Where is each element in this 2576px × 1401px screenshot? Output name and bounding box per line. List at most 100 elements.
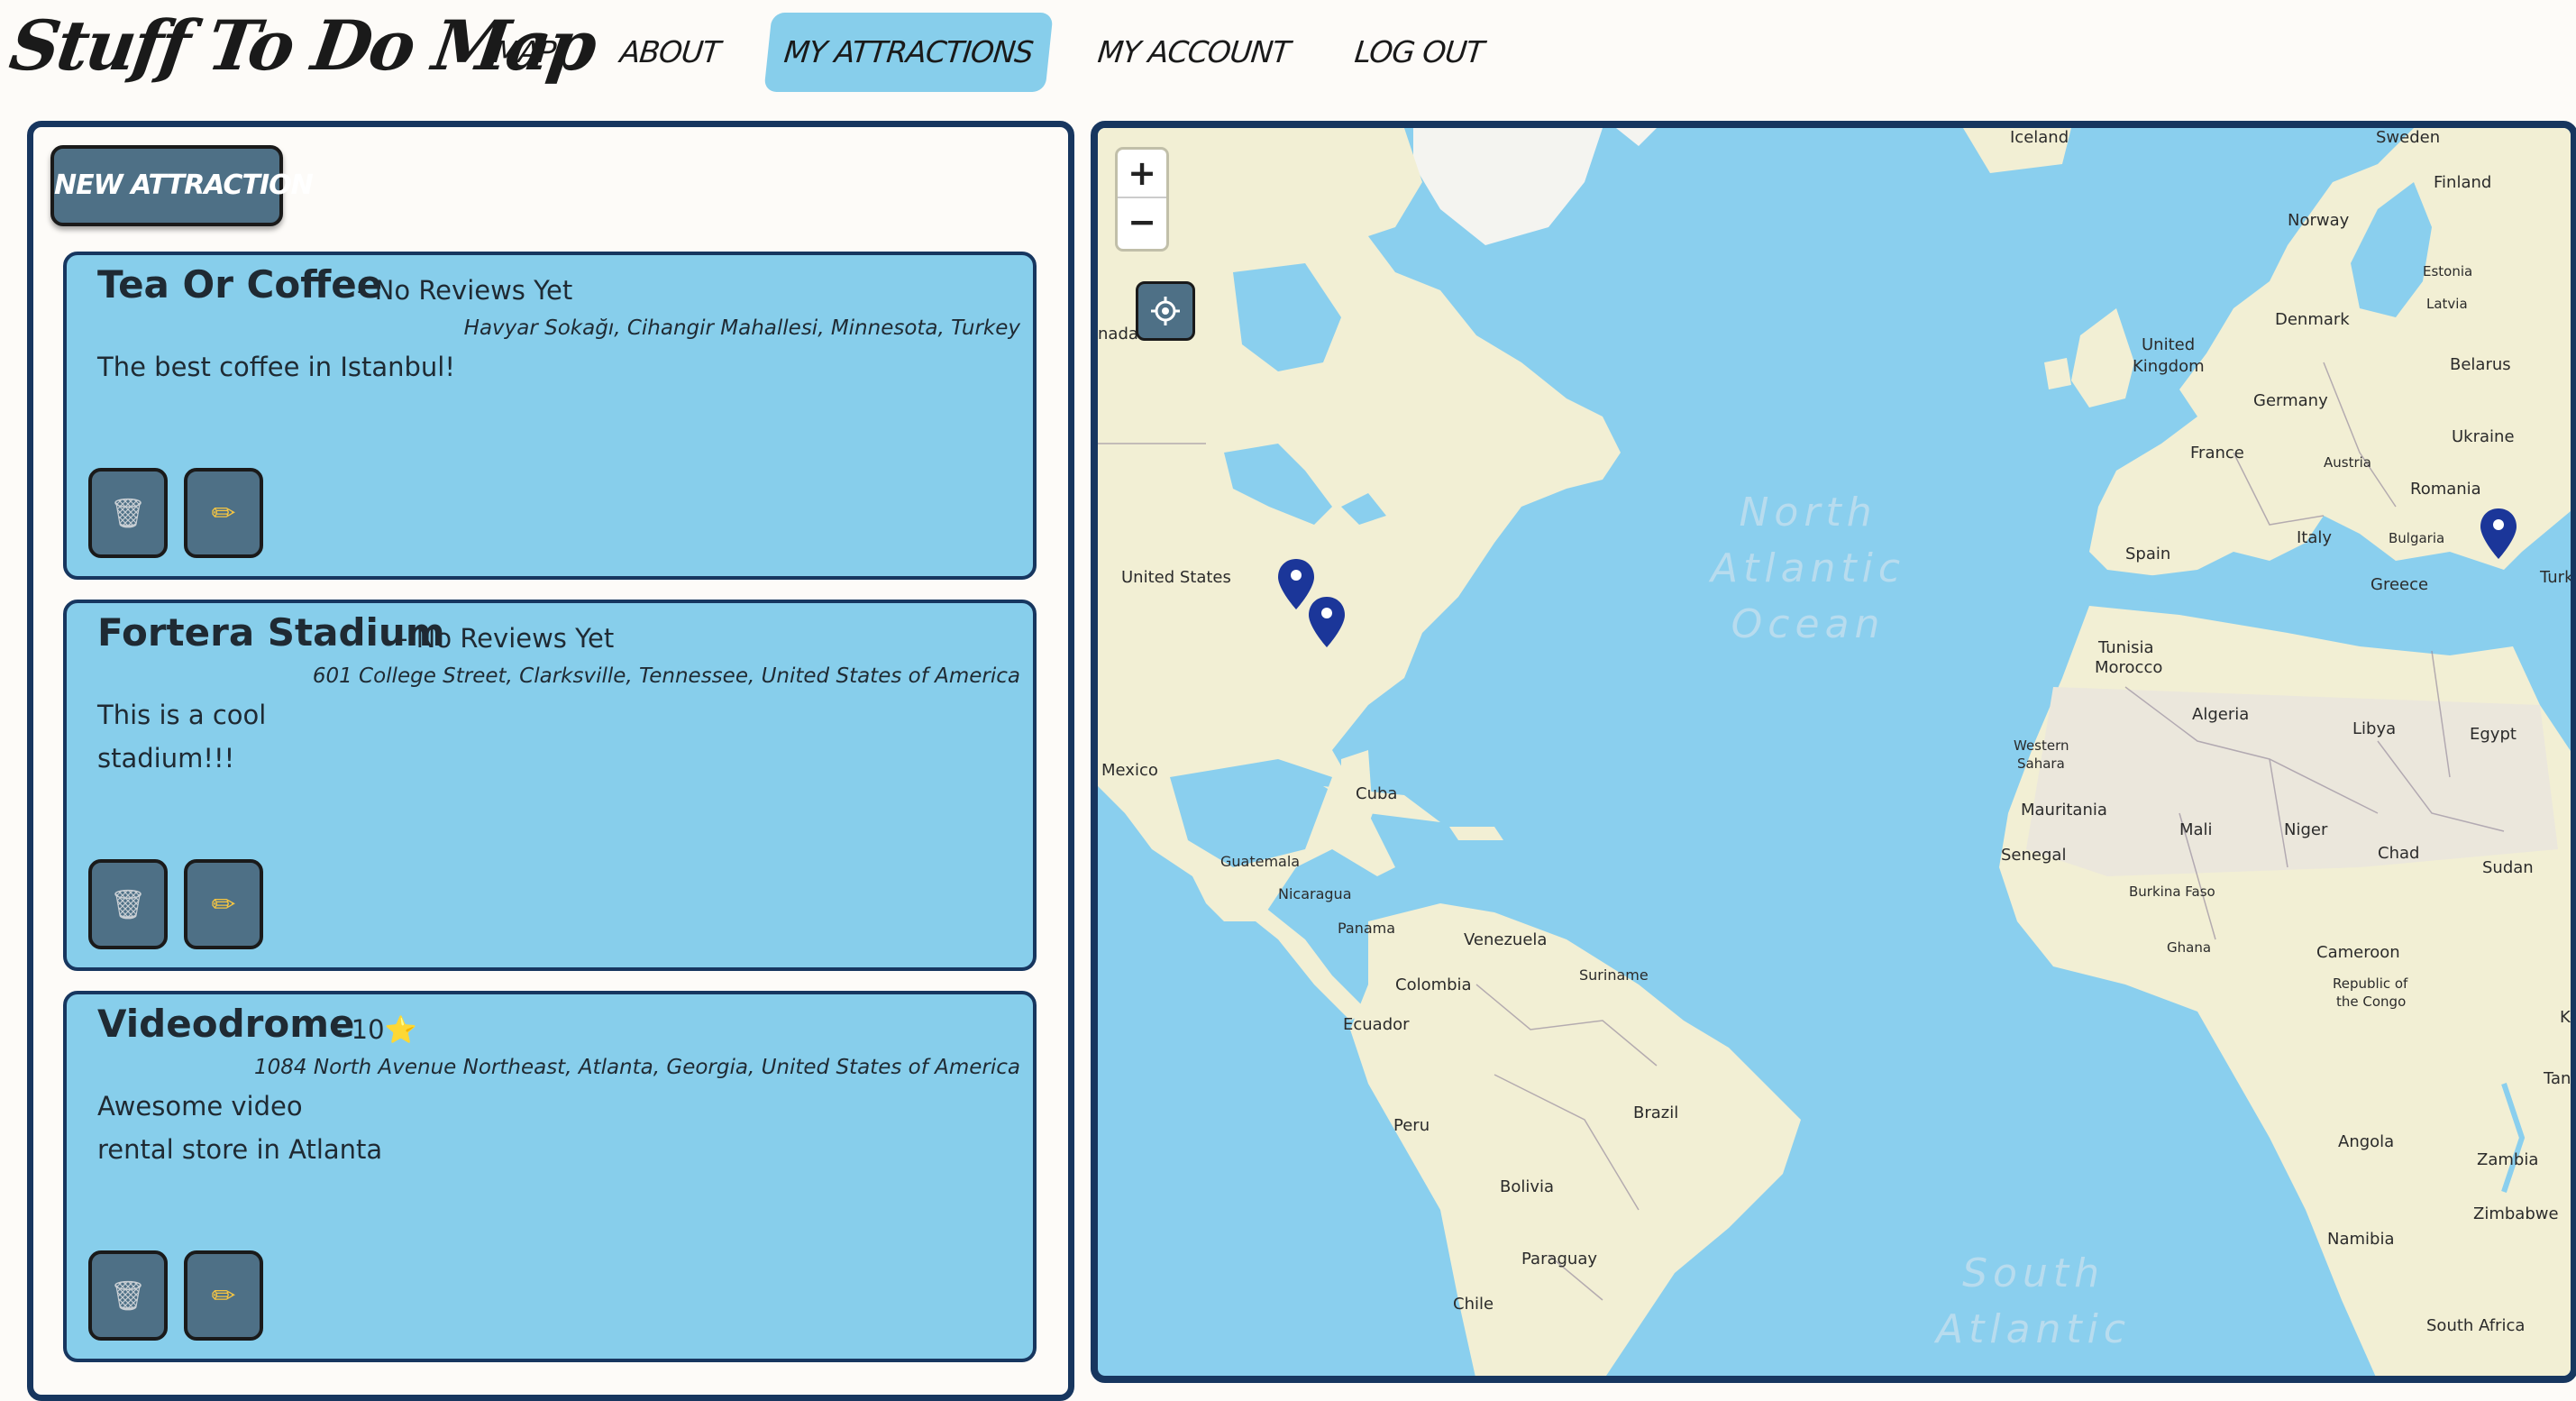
pencil-icon: ✏ — [211, 887, 236, 921]
delete-button[interactable]: 🗑 — [88, 859, 168, 949]
map-label: Finland — [2434, 173, 2492, 192]
attraction-description: The best coffee in Istanbul! — [97, 345, 455, 389]
map-label: Paraguay — [1521, 1250, 1598, 1268]
map-label: United States — [1121, 568, 1231, 587]
trash-icon: 🗑 — [109, 496, 147, 530]
map-label: Norway — [2288, 211, 2350, 230]
delete-button[interactable]: 🗑 — [88, 468, 168, 558]
map-label: Republic of — [2333, 975, 2408, 992]
map-label: South Africa — [2426, 1316, 2526, 1335]
map-label: Bolivia — [1500, 1177, 1555, 1196]
attraction-description: This is a cool stadium!!! — [97, 693, 266, 780]
nav-about[interactable]: ABOUT — [599, 13, 740, 92]
map-label: nada — [1098, 325, 1138, 343]
edit-button[interactable]: ✏ — [184, 859, 263, 949]
map-marker-icon[interactable] — [2479, 507, 2518, 561]
nav-log-out[interactable]: LOG OUT — [1334, 13, 1503, 92]
map-label: Nicaragua — [1278, 885, 1352, 902]
map-label: Mauritania — [2021, 801, 2107, 820]
map-label: Egypt — [2470, 725, 2517, 744]
map-label: Zambia — [2477, 1150, 2539, 1169]
map-label: Sweden — [2376, 128, 2441, 147]
trash-icon: 🗑 — [109, 887, 147, 921]
map-label: Kingdom — [2133, 357, 2205, 376]
attraction-card: Videodrome - 10⭐ 1084 North Avenue North… — [63, 991, 1037, 1362]
description-line: This is a cool — [97, 700, 267, 730]
map-label: Libya — [2352, 719, 2397, 738]
edit-button[interactable]: ✏ — [184, 1250, 263, 1341]
delete-button[interactable]: 🗑 — [88, 1250, 168, 1341]
attraction-address: Havyar Sokağı, Cihangir Mahallesi, Minne… — [463, 316, 1020, 340]
attraction-title: Tea Or Coffee — [97, 262, 383, 307]
attraction-rating: - No Reviews Yet — [398, 623, 615, 654]
new-attraction-button[interactable]: NEW ATTRACTION — [50, 145, 314, 226]
map-label: Italy — [2297, 528, 2333, 547]
locate-button[interactable] — [1136, 281, 1195, 341]
map-label: Zimbabwe — [2473, 1204, 2559, 1223]
map-label: Iceland — [2010, 128, 2069, 147]
map-view[interactable]: Iceland Sweden Finland Norway Estonia La… — [1091, 121, 2576, 1383]
map-label: Guatemala — [1220, 853, 1301, 870]
attraction-title: Videodrome — [97, 1002, 355, 1046]
ocean-label-line: North — [1739, 490, 1877, 536]
zoom-in-button[interactable]: + — [1118, 150, 1166, 198]
map-label: Cuba — [1356, 784, 1398, 803]
map-label: Ghana — [2167, 939, 2212, 956]
description-line: stadium!!! — [97, 743, 235, 774]
map-label: Estonia — [2423, 263, 2473, 279]
attraction-rating: - 10⭐ — [333, 1014, 417, 1045]
zoom-out-button[interactable]: − — [1118, 198, 1166, 247]
map-label: Mexico — [1101, 761, 1158, 780]
nav-my-account[interactable]: MY ACCOUNT — [1077, 13, 1310, 92]
map-label: Chad — [2378, 844, 2420, 863]
attraction-description: Awesome video rental store in Atlanta — [97, 1085, 382, 1171]
map-label: Venezuela — [1464, 930, 1548, 949]
map-label: Ukraine — [2452, 427, 2515, 446]
attraction-card: Fortera Stadium - No Reviews Yet 601 Col… — [63, 600, 1037, 971]
ocean-label: North Atlantic Ocean — [1711, 485, 1905, 653]
pencil-icon: ✏ — [211, 496, 236, 530]
map-label: Spain — [2125, 545, 2171, 563]
map-label: Angola — [2338, 1132, 2395, 1151]
map-label: Bulgaria — [2389, 530, 2445, 546]
map-label: the Congo — [2336, 994, 2407, 1010]
map-label: Chile — [1453, 1295, 1494, 1314]
map-label: Western — [2014, 737, 2069, 754]
map-label: Ecuador — [1343, 1015, 1410, 1034]
main-nav: MAP ABOUT MY ATTRACTIONS MY ACCOUNT LOG … — [478, 13, 1532, 92]
map-label: Burkina Faso — [2129, 884, 2215, 900]
map-label: Greece — [2370, 575, 2429, 594]
crosshair-icon — [1151, 297, 1180, 325]
map-label: Namibia — [2327, 1230, 2395, 1249]
map-label: Algeria — [2192, 705, 2250, 724]
map-label: Tanz — [2544, 1069, 2576, 1088]
zoom-control: + − — [1118, 150, 1166, 249]
nav-map[interactable]: MAP — [473, 13, 575, 92]
map-label: Latvia — [2426, 296, 2468, 312]
map-label: Peru — [1393, 1116, 1430, 1135]
top-nav-bar: Stuff To Do Map MAP ABOUT MY ATTRACTIONS… — [0, 0, 2576, 108]
map-label: Tunisia — [2098, 638, 2154, 657]
map-label: Mali — [2179, 820, 2213, 839]
ocean-label-line: South — [1962, 1250, 2105, 1296]
trash-icon: 🗑 — [109, 1278, 147, 1313]
map-label: Ke — [2560, 1008, 2571, 1027]
map-label: Panama — [1338, 920, 1396, 937]
ocean-label-line: Atlantic — [1936, 1306, 2132, 1352]
attraction-rating: - No Reviews Yet — [357, 275, 573, 306]
map-label: Senegal — [2001, 846, 2067, 865]
map-label: Romania — [2410, 480, 2481, 499]
map-label: Sahara — [2017, 755, 2065, 772]
ocean-label: South Atlantic — [1936, 1246, 2131, 1358]
map-tiles — [1098, 128, 2571, 1376]
map-marker-icon[interactable] — [1307, 595, 1347, 649]
edit-button[interactable]: ✏ — [184, 468, 263, 558]
attractions-panel: NEW ATTRACTION Tea Or Coffee - No Review… — [27, 121, 1074, 1401]
map-label: France — [2190, 444, 2244, 462]
map-label: Germany — [2253, 391, 2328, 410]
map-label: Austria — [2324, 454, 2371, 471]
nav-my-attractions[interactable]: MY ATTRACTIONS — [763, 13, 1054, 92]
description-line: rental store in Atlanta — [97, 1134, 383, 1165]
map-label: Sudan — [2482, 858, 2534, 877]
pencil-icon: ✏ — [211, 1278, 236, 1313]
